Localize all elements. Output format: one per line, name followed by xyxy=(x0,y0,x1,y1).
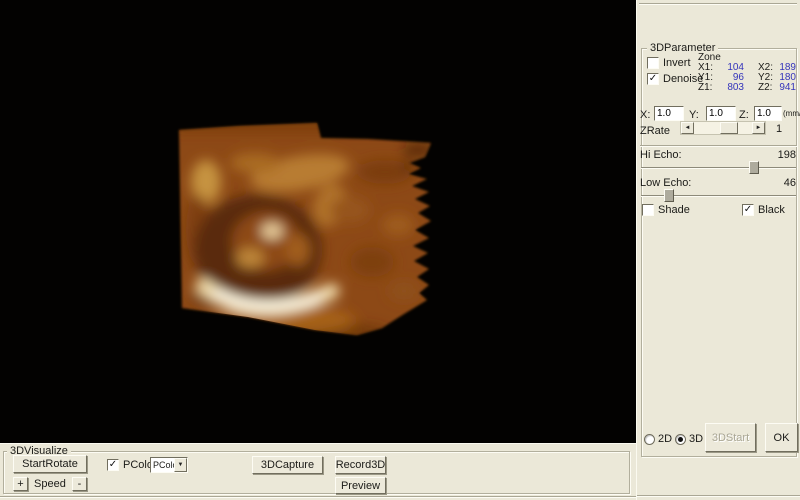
panel-top-divider xyxy=(639,3,797,5)
hi-echo-value: 198 xyxy=(761,149,796,161)
speed-minus-button[interactable]: - xyxy=(72,477,87,491)
speed-label: Speed xyxy=(34,478,66,490)
render-viewport[interactable] xyxy=(0,0,636,443)
zrate-scrollbar[interactable]: ◄ ► xyxy=(680,121,766,135)
check-icon: ✓ xyxy=(109,459,117,470)
zone-z1-value: 803 xyxy=(717,82,744,93)
speed-plus-button[interactable]: + xyxy=(13,477,28,491)
check-icon: ✓ xyxy=(649,73,657,84)
shade-label: Shade xyxy=(658,204,690,216)
preview-button[interactable]: Preview xyxy=(335,477,386,494)
scale-y-input[interactable] xyxy=(706,106,736,121)
scale-x-input[interactable] xyxy=(654,106,684,121)
3dstart-button[interactable]: 3DStart xyxy=(705,423,756,452)
panel-bottom-divider xyxy=(637,495,800,497)
echo-divider xyxy=(640,145,797,147)
low-echo-value: 46 xyxy=(761,177,796,189)
invert-label: Invert xyxy=(663,57,691,69)
start-rotate-button[interactable]: StartRotate xyxy=(13,455,87,473)
denoise-checkbox[interactable]: ✓ xyxy=(647,73,659,85)
zone-z2-value: 941 xyxy=(774,82,796,93)
scale-y-label: Y: xyxy=(689,109,699,121)
shade-checkbox[interactable]: ✓ xyxy=(642,204,654,216)
hi-echo-slider-thumb[interactable] xyxy=(749,161,759,174)
mode-2d-radio[interactable] xyxy=(644,434,655,445)
ultrasound-render xyxy=(0,0,636,443)
scale-x-label: X: xyxy=(640,109,650,121)
mode-3d-label: 3D xyxy=(689,433,703,445)
zone-z2-label: Z2: xyxy=(758,82,772,93)
hi-echo-slider-track[interactable] xyxy=(641,167,796,169)
scale-unit-label: (mm/p) xyxy=(783,109,800,118)
pcolor-dropdown[interactable]: PColor ▼ xyxy=(150,457,188,473)
zrate-right-arrow-icon[interactable]: ► xyxy=(752,122,765,134)
zrate-left-arrow-icon[interactable]: ◄ xyxy=(681,122,694,134)
zrate-scrollbar-thumb[interactable] xyxy=(720,122,738,134)
zone-z1-label: Z1: xyxy=(698,82,712,93)
low-echo-label: Low Echo: xyxy=(640,177,691,189)
invert-checkbox[interactable]: ✓ xyxy=(647,57,659,69)
scale-z-input[interactable] xyxy=(754,106,782,121)
zrate-value: 1 xyxy=(776,123,782,135)
low-echo-slider-thumb[interactable] xyxy=(664,189,674,202)
scale-z-label: Z: xyxy=(739,109,749,121)
mode-2d-label: 2D xyxy=(658,433,672,445)
ok-button[interactable]: OK xyxy=(765,423,798,452)
mode-3d-radio[interactable] xyxy=(675,434,686,445)
zrate-label: ZRate xyxy=(640,125,670,137)
black-label: Black xyxy=(758,204,785,216)
hi-echo-label: Hi Echo: xyxy=(640,149,682,161)
pcolor-checkbox[interactable]: ✓ xyxy=(107,459,119,471)
3dcapture-button[interactable]: 3DCapture xyxy=(252,456,323,474)
visualize-panel: 3DVisualize StartRotate + Speed - ✓ PCol… xyxy=(0,443,636,500)
black-checkbox[interactable]: ✓ xyxy=(742,204,754,216)
record3d-button[interactable]: Record3D xyxy=(335,456,386,474)
dropdown-arrow-icon[interactable]: ▼ xyxy=(174,458,187,472)
parameter-panel: 3DParameter ✓ Invert ✓ Denoise Zone X1: … xyxy=(636,0,800,500)
window-bottom-divider xyxy=(0,496,636,498)
check-icon: ✓ xyxy=(744,204,752,215)
